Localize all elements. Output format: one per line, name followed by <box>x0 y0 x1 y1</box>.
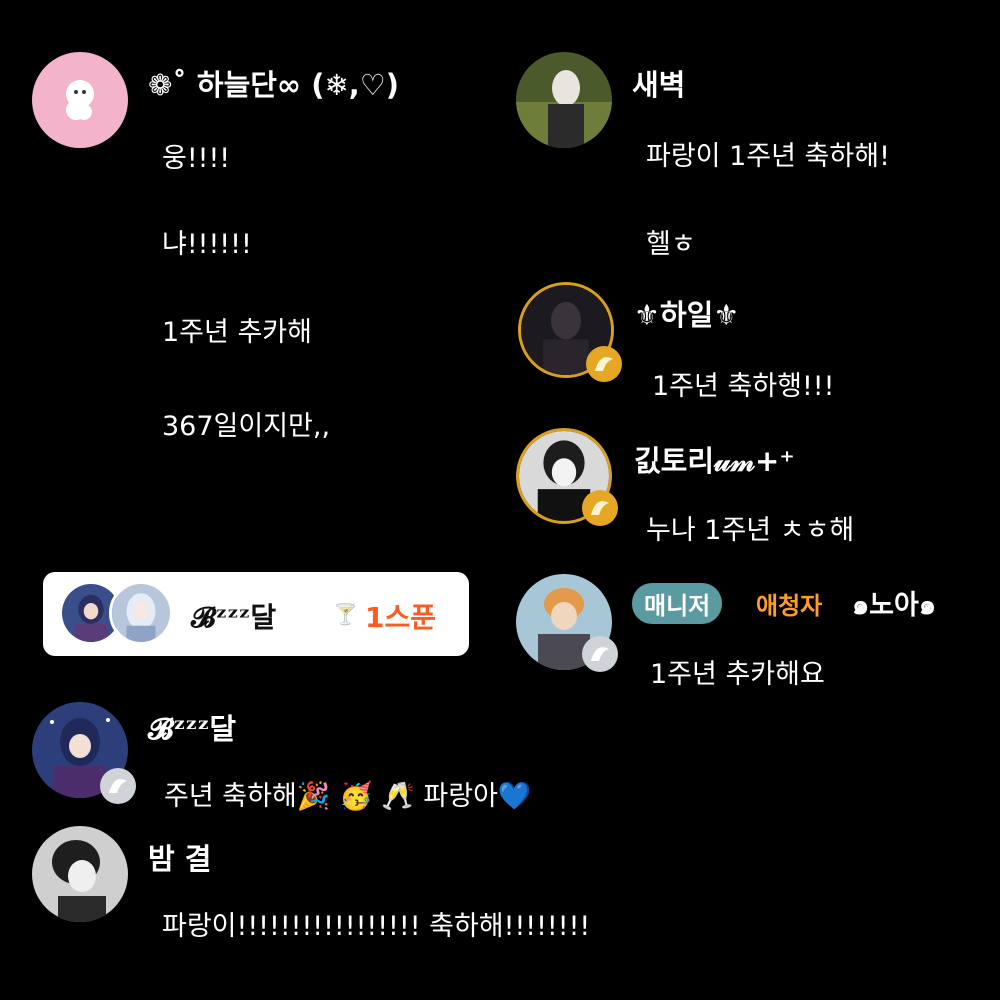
spoon-count: 1스푼 <box>365 601 437 634</box>
silver-badge-icon <box>100 768 136 804</box>
message-text: 1주년 축하행!!! <box>652 371 835 402</box>
gold-badge-icon <box>582 490 618 526</box>
username-bam-gyeol[interactable]: 밤 결 <box>148 836 211 878</box>
avatar-haneuldan-image <box>32 52 128 148</box>
avatar-saebyeok-image <box>516 52 612 148</box>
role-chip-manager: 매니저 <box>632 583 723 624</box>
cocktail-icon: 🍸 <box>333 602 358 626</box>
avatar-bam-gyeol[interactable] <box>32 826 128 922</box>
card-avatar-2 <box>109 581 173 645</box>
message-text: 파랑이 1주년 축하해! <box>646 141 890 172</box>
username-hail[interactable]: ⚜하일⚜ <box>634 292 739 334</box>
message-text: 주년 축하해🎉 🥳 🥂 파랑아💙 <box>164 781 532 812</box>
silver-badge-icon <box>582 636 618 672</box>
message-text: 웅!!!! <box>162 143 231 174</box>
username-bzzz-dal[interactable]: 𝓑ᶻᶻᶻ달 <box>148 706 236 748</box>
message-text: 냐!!!!!! <box>162 229 252 260</box>
avatar-bam-gyeol-image <box>32 826 128 922</box>
message-text: 파랑이!!!!!!!!!!!!!!!!! 축하해!!!!!!!! <box>162 911 591 942</box>
message-text: 1주년 추카해요 <box>650 659 825 690</box>
message-text: 367일이지만,, <box>162 411 331 442</box>
username-noa[interactable]: ๑노아๑ <box>852 583 936 626</box>
message-text: 1주년 추카해 <box>162 317 312 348</box>
message-text: 누나 1주년 ㅊㅎ해 <box>646 515 855 546</box>
message-text: 헬ㅎ <box>646 229 696 260</box>
username-saebyeok[interactable]: 새벽 <box>632 62 685 104</box>
avatar-saebyeok[interactable] <box>516 52 612 148</box>
gold-badge-icon <box>586 346 622 382</box>
role-chip-curator: 애청자 <box>756 592 823 620</box>
username-gingtori[interactable]: 긼토리𝓊𝓂+⁺ <box>634 438 795 480</box>
profile-card[interactable]: 𝓑ᶻᶻᶻ달 🍸 1스푼 <box>43 572 469 656</box>
chat-screen: ❁˚ 하늘단∞ (❄,♡) 웅!!!! 냐!!!!!! 1주년 추카해 367일… <box>0 0 1000 1000</box>
avatar-haneuldan[interactable] <box>32 52 128 148</box>
card-username: 𝓑ᶻᶻᶻ달 <box>191 601 277 634</box>
username-haneuldan[interactable]: ❁˚ 하늘단∞ (❄,♡) <box>148 62 399 104</box>
